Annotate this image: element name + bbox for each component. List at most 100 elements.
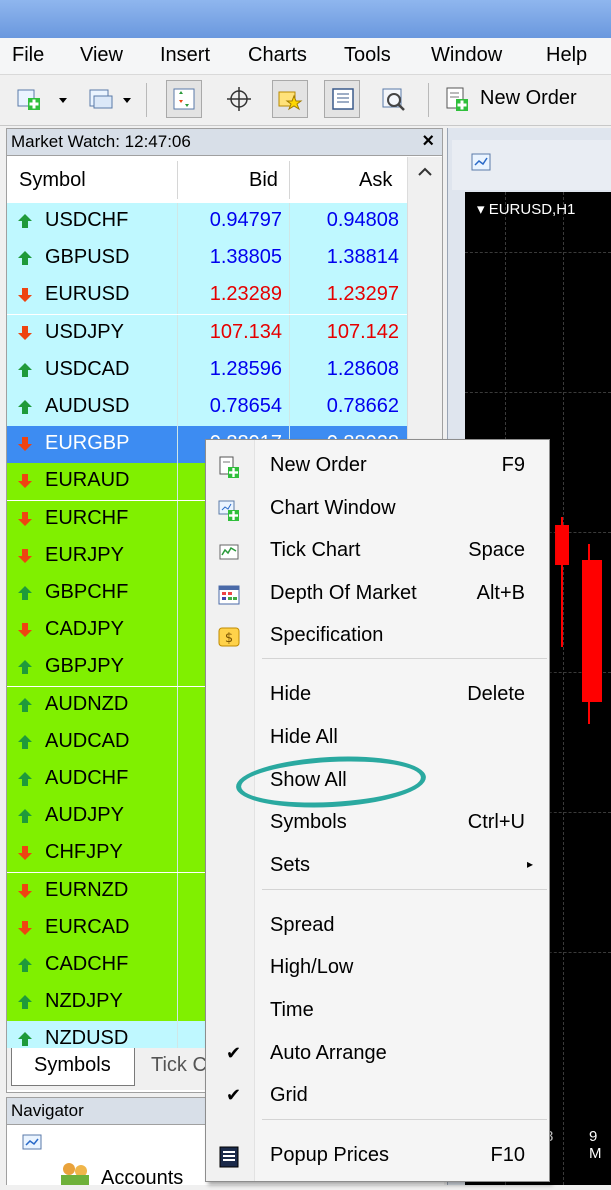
row-symbol: EURNZD [45, 878, 129, 901]
menu-item-tick-chart[interactable]: Tick Chart Space [206, 532, 549, 572]
menu-item-chart-window[interactable]: Chart Window [206, 490, 549, 530]
new-order-button[interactable]: New Order [480, 87, 577, 110]
menu-item-sets[interactable]: Sets ▸ [206, 847, 549, 887]
row-symbol: CHFJPY [45, 841, 123, 864]
menu-item-symbols[interactable]: Symbols Ctrl+U [206, 804, 549, 844]
new-chart-icon[interactable] [16, 86, 42, 112]
chevron-down-icon[interactable] [56, 86, 70, 112]
cell-divider [289, 351, 290, 389]
cell-divider [177, 240, 178, 278]
menu-tools[interactable]: Tools [344, 44, 391, 67]
market-watch-toggle-button[interactable] [166, 80, 202, 118]
table-row[interactable]: GBPUSD 1.38805 1.38814 [7, 240, 407, 278]
cell-divider [289, 389, 290, 426]
arrow-down-icon [18, 288, 32, 303]
row-symbol: AUDCAD [45, 729, 130, 752]
crosshair-icon[interactable] [226, 86, 252, 112]
menu-item-specification[interactable]: $ Specification [206, 617, 549, 657]
menu-insert[interactable]: Insert [160, 44, 210, 67]
cell-divider [177, 947, 178, 984]
checkmark-icon: ✔ [226, 1043, 242, 1063]
menu-item-label: Specification [270, 624, 384, 646]
menu-file[interactable]: File [12, 44, 44, 67]
toolbar: New Order [0, 75, 611, 126]
menu-item-time[interactable]: Time [206, 992, 549, 1032]
submenu-arrow-icon: ▸ [526, 857, 533, 871]
tab-symbols-label: Symbols [34, 1054, 111, 1076]
row-bid: 1.38805 [209, 246, 282, 269]
chevron-down-icon[interactable] [120, 86, 134, 112]
close-icon[interactable]: × [422, 130, 434, 153]
table-row[interactable]: AUDUSD 0.78654 0.78662 [7, 389, 407, 426]
arrow-down-icon [18, 846, 32, 861]
candle-body [555, 525, 569, 565]
menu-item-hide[interactable]: Hide Delete [206, 676, 549, 716]
market-watch-title: Market Watch: 12:47:06 [11, 132, 191, 151]
row-symbol: USDCAD [45, 357, 130, 380]
arrow-up-icon [18, 660, 32, 675]
strategy-tester-icon[interactable] [380, 86, 406, 112]
menu-help[interactable]: Help [546, 44, 587, 67]
menu-item-auto-arrange[interactable]: ✔ Auto Arrange [206, 1035, 549, 1075]
chevron-up-icon[interactable] [416, 165, 434, 179]
menu-item-grid[interactable]: ✔ Grid [206, 1077, 549, 1117]
cell-divider [177, 575, 178, 612]
menu-separator [262, 1119, 547, 1120]
chart-window-header [452, 140, 611, 190]
row-symbol: EURGBP [45, 432, 130, 455]
menu-item-label: Tick Chart [270, 539, 361, 561]
svg-text:$: $ [225, 631, 233, 646]
cell-divider [177, 537, 178, 575]
menu-window[interactable]: Window [431, 44, 502, 67]
menu-item-new-order[interactable]: New Order F9 [206, 447, 549, 487]
navigator-toggle-button[interactable] [272, 80, 308, 118]
menu-item-popup-prices[interactable]: Popup Prices F10 [206, 1137, 549, 1177]
column-divider [177, 161, 178, 199]
row-symbol: EURJPY [45, 543, 124, 566]
menu-charts[interactable]: Charts [248, 44, 307, 67]
menu-item-depth-of-market[interactable]: Depth Of Market Alt+B [206, 575, 549, 615]
chart-symbol-text: EURUSD,H1 [488, 201, 576, 218]
column-header-ask[interactable]: Ask [359, 169, 392, 192]
arrow-up-icon [18, 586, 32, 600]
cell-divider [177, 761, 178, 798]
context-menu: New Order F9 Chart Window Tick Chart Space De… [205, 439, 550, 1182]
column-header-symbol[interactable]: Symbol [19, 169, 86, 192]
new-order-icon[interactable] [444, 86, 470, 112]
terminal-toggle-button[interactable] [324, 80, 360, 118]
table-row[interactable]: EURUSD 1.23289 1.23297 [7, 277, 407, 315]
menu-item-shortcut: F9 [501, 454, 525, 476]
navigator-accounts[interactable]: Accounts [101, 1167, 183, 1190]
row-ask: 1.23297 [326, 283, 399, 306]
cell-divider [177, 984, 178, 1022]
table-row[interactable]: USDJPY 107.134 107.142 [7, 314, 407, 352]
row-ask: 0.78662 [326, 395, 399, 417]
cell-divider [177, 277, 178, 315]
accounts-icon [61, 1163, 89, 1185]
tab-tick-chart[interactable]: Tick C [151, 1054, 207, 1077]
menu-item-hide-all[interactable]: Hide All [206, 719, 549, 759]
cell-divider [177, 612, 178, 650]
market-watch-icon [173, 88, 195, 110]
cell-divider [289, 203, 290, 240]
row-bid: 107.134 [209, 320, 282, 343]
cell-divider [177, 649, 178, 687]
menu-item-high-low[interactable]: High/Low [206, 949, 549, 989]
depth-of-market-icon [218, 585, 240, 605]
row-symbol: AUDUSD [45, 395, 130, 417]
table-row[interactable]: USDCHF 0.94797 0.94808 [7, 203, 407, 240]
menu-item-label: High/Low [270, 956, 354, 978]
menu-item-label: Spread [270, 914, 335, 936]
menu-item-spread[interactable]: Spread [206, 907, 549, 947]
menu-view[interactable]: View [80, 44, 123, 67]
row-symbol: USDCHF [45, 209, 129, 231]
row-symbol: CADCHF [45, 953, 129, 975]
menu-item-shortcut: F10 [490, 1144, 525, 1166]
profiles-icon[interactable] [88, 86, 114, 112]
column-header-bid[interactable]: Bid [249, 169, 278, 192]
cell-divider [177, 723, 178, 761]
table-row[interactable]: USDCAD 1.28596 1.28608 [7, 351, 407, 389]
row-symbol: NZDUSD [45, 1027, 129, 1050]
tab-symbols[interactable]: Symbols [11, 1048, 135, 1086]
new-order-icon [219, 456, 239, 478]
